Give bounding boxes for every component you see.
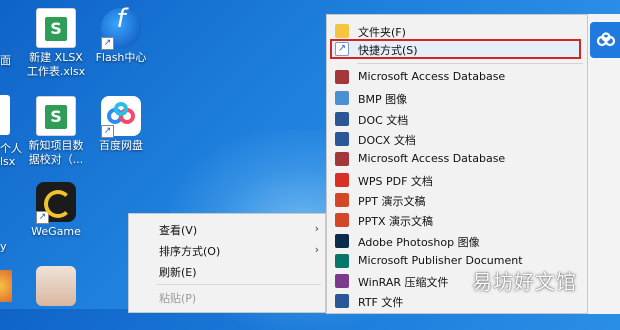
- menu-divider: [357, 63, 583, 64]
- xlsx-file-icon: S: [36, 96, 76, 136]
- access-icon: [335, 152, 349, 166]
- rtf-icon: [335, 294, 349, 308]
- partial-file-icon[interactable]: [0, 95, 10, 135]
- submenu-item-label: Microsoft Access Database: [358, 70, 506, 83]
- chevron-right-icon: ›: [314, 222, 319, 235]
- desktop-icon-label: 工作表.xlsx: [26, 65, 86, 78]
- shortcut-icon: ↗: [335, 42, 349, 56]
- submenu-item-bmp[interactable]: BMP 图像: [327, 88, 587, 108]
- flash-icon: f ↗: [101, 6, 141, 50]
- chevron-right-icon: ›: [314, 243, 319, 256]
- submenu-item-label: 快捷方式(S): [358, 44, 418, 57]
- winrar-icon: [335, 274, 349, 288]
- menu-item-refresh[interactable]: 刷新(E): [159, 264, 197, 280]
- submenu-item-label: PPT 演示文稿: [358, 195, 426, 208]
- xlsx-file-icon: S: [36, 8, 76, 48]
- partial-label-1: 面: [0, 54, 11, 67]
- desktop-icon-wegame[interactable]: ↗ WeGame: [19, 182, 93, 239]
- submenu-item-label: PPTX 演示文稿: [358, 215, 434, 228]
- submenu-item-label: DOCX 文档: [358, 134, 416, 147]
- pdf-icon: [335, 173, 349, 187]
- pptx-icon: [335, 213, 349, 227]
- cloud-icon: [596, 32, 616, 47]
- submenu-item-folder[interactable]: 文件夹(F): [327, 21, 587, 41]
- shortcut-arrow-icon: ↗: [36, 211, 49, 224]
- submenu-item-access[interactable]: Microsoft Access Database: [327, 67, 587, 87]
- partial-label-4: y: [0, 240, 7, 253]
- desktop-icon-label: 据校对（...: [28, 153, 84, 166]
- submenu-item-label: DOC 文档: [358, 114, 409, 127]
- docx-icon: [335, 132, 349, 146]
- access-icon: [335, 70, 349, 84]
- game-character-icon: [36, 266, 76, 306]
- submenu-item-ppt[interactable]: PPT 演示文稿: [327, 190, 587, 210]
- menu-item-view[interactable]: 查看(V): [159, 222, 197, 238]
- desktop-icon-mihoyo[interactable]: [19, 266, 93, 309]
- ppt-icon: [335, 193, 349, 207]
- menu-item-paste[interactable]: 粘贴(P): [159, 290, 196, 306]
- desktop-icon-label: 新知项目数: [28, 139, 84, 152]
- submenu-item-shortcut[interactable]: ↗ 快捷方式(S): [327, 39, 587, 59]
- submenu-item-label: WPS PDF 文档: [358, 175, 433, 188]
- submenu-item-label: WinRAR 压缩文件: [358, 276, 449, 289]
- menu-item-sort[interactable]: 排序方式(O): [159, 243, 220, 259]
- submenu-item-photoshop[interactable]: Adobe Photoshop 图像: [327, 231, 587, 251]
- background-window-edge: [588, 14, 620, 314]
- watermark-text: 易坊好文馆: [472, 270, 577, 294]
- wegame-icon: ↗: [36, 182, 76, 224]
- menu-divider: [157, 284, 321, 285]
- submenu-item-pptx[interactable]: PPTX 演示文稿: [327, 210, 587, 230]
- photoshop-icon: [335, 234, 349, 248]
- partial-app-icon[interactable]: [0, 270, 12, 302]
- desktop-context-menu: 查看(V) › 排序方式(O) › 刷新(E) 粘贴(P): [128, 213, 326, 313]
- desktop-icon-label: Flash中心: [95, 51, 147, 64]
- bmp-icon: [335, 91, 349, 105]
- folder-icon: [335, 24, 349, 38]
- shortcut-arrow-icon: ↗: [101, 37, 114, 50]
- desktop-icon-project[interactable]: S 新知项目数 据校对（...: [19, 96, 93, 167]
- submenu-item-label: Microsoft Access Database: [358, 152, 506, 165]
- submenu-item-label: Adobe Photoshop 图像: [358, 236, 480, 249]
- baidu-netdisk-icon: ↗: [101, 96, 141, 138]
- submenu-item-docx[interactable]: DOCX 文档: [327, 129, 587, 149]
- publisher-icon: [335, 254, 349, 268]
- shortcut-arrow-icon: ↗: [101, 125, 114, 138]
- submenu-item-label: BMP 图像: [358, 93, 408, 106]
- desktop-icon-label: 新建 XLSX: [29, 51, 83, 64]
- submenu-item-label: 文件夹(F): [358, 26, 406, 39]
- desktop-icon-baidu[interactable]: ↗ 百度网盘: [84, 96, 158, 153]
- desktop-icon-xlsx[interactable]: S 新建 XLSX 工作表.xlsx: [19, 8, 93, 79]
- desktop-icon-label: 百度网盘: [99, 139, 143, 152]
- submenu-item-access-2[interactable]: Microsoft Access Database: [327, 149, 587, 169]
- partial-label-3: lsx: [0, 155, 16, 168]
- desktop-icon-flash[interactable]: f ↗ Flash中心: [84, 6, 158, 65]
- desktop-icon-label: WeGame: [31, 225, 81, 238]
- submenu-item-label: RTF 文件: [358, 296, 404, 309]
- submenu-item-pdf[interactable]: WPS PDF 文档: [327, 170, 587, 190]
- submenu-item-doc[interactable]: DOC 文档: [327, 109, 587, 129]
- baidu-netdisk-floating-button[interactable]: [590, 22, 620, 58]
- doc-icon: [335, 112, 349, 126]
